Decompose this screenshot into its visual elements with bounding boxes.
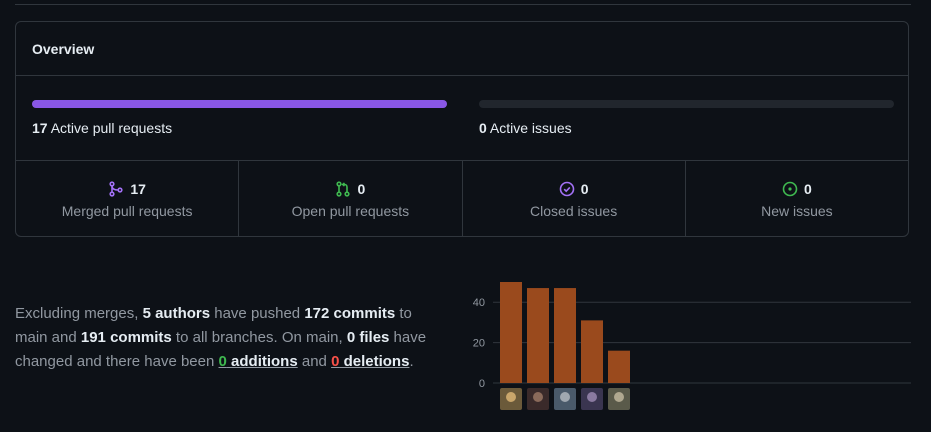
summary-text: .	[409, 353, 414, 370]
additions-count: 0	[218, 353, 227, 370]
merged-label: Merged pull requests	[61, 203, 193, 219]
new-issues-label: New issues	[761, 203, 833, 219]
bar-author-3	[554, 288, 576, 383]
stat-open-pull-requests[interactable]: 0 Open pull requests	[239, 161, 463, 237]
avatar-face	[506, 392, 516, 402]
avatar-face	[533, 392, 543, 402]
git-pull-request-icon	[335, 181, 351, 197]
stat-new-issues[interactable]: 0 New issues	[686, 161, 908, 237]
y-tick-label: 40	[473, 297, 485, 309]
issues-progress-bar	[479, 100, 894, 108]
active-pull-requests-link[interactable]: 17 Active pull requests	[32, 120, 172, 136]
top-divider	[15, 4, 911, 5]
issue-opened-icon	[782, 181, 798, 197]
y-tick-label: 0	[479, 378, 485, 390]
active-issues-label: Active issues	[489, 120, 572, 136]
summary-text: to all branches. On main,	[171, 329, 347, 346]
merged-count: 17	[130, 181, 146, 197]
avatar-face	[587, 392, 597, 402]
active-pull-requests-label: Active pull requests	[50, 120, 173, 136]
files-changed-count: 0 files	[346, 329, 390, 346]
avatar-face	[614, 392, 624, 402]
stat-merged-pull-requests[interactable]: 17 Merged pull requests	[16, 161, 240, 237]
git-merge-icon	[108, 181, 124, 197]
open-pr-label: Open pull requests	[291, 203, 410, 219]
additions-word: additions	[226, 353, 298, 370]
active-issues-link[interactable]: 0 Active issues	[479, 120, 572, 136]
closed-issues-label: Closed issues	[530, 203, 618, 219]
active-issues-count: 0	[479, 120, 487, 136]
all-commits-count: 191 commits	[80, 329, 172, 346]
stats-row: 17 Merged pull requests 0 Open pull requ…	[16, 161, 908, 237]
bar-author-2	[527, 288, 549, 383]
new-issues-count: 0	[803, 181, 812, 197]
summary-text: Excluding merges,	[15, 305, 143, 322]
authors-count: 5 authors	[142, 305, 211, 322]
bar-author-5	[608, 350, 630, 383]
overview-title: Overview	[16, 22, 908, 76]
y-tick-label: 20	[473, 338, 485, 350]
bar-author-4	[581, 320, 603, 383]
closed-issues-count: 0	[580, 181, 589, 197]
stat-closed-issues[interactable]: 0 Closed issues	[463, 161, 686, 237]
active-pull-requests-count: 17	[32, 120, 48, 136]
deletions-link[interactable]: 0 deletions	[331, 353, 409, 370]
open-pr-count: 0	[357, 181, 366, 197]
pull-requests-progress-bar	[32, 100, 447, 108]
bar-author-1	[500, 282, 522, 383]
issue-closed-icon	[559, 181, 575, 197]
summary-text: have pushed	[210, 305, 305, 322]
progress-section: 17 Active pull requests 0 Active issues	[16, 76, 908, 161]
avatar-face	[560, 392, 570, 402]
commit-summary: Excluding merges, 5 authors have pushed …	[15, 302, 445, 374]
pull-requests-progress-fill	[32, 100, 447, 108]
summary-text: and	[297, 353, 332, 370]
additions-link[interactable]: 0 additions	[219, 353, 298, 370]
overview-panel: Overview 17 Active pull requests 0 Activ…	[15, 21, 909, 237]
contributors-bar-chart: 0 20 40	[473, 282, 911, 410]
main-commits-count: 172 commits	[304, 305, 396, 322]
deletions-word: deletions	[339, 353, 410, 370]
